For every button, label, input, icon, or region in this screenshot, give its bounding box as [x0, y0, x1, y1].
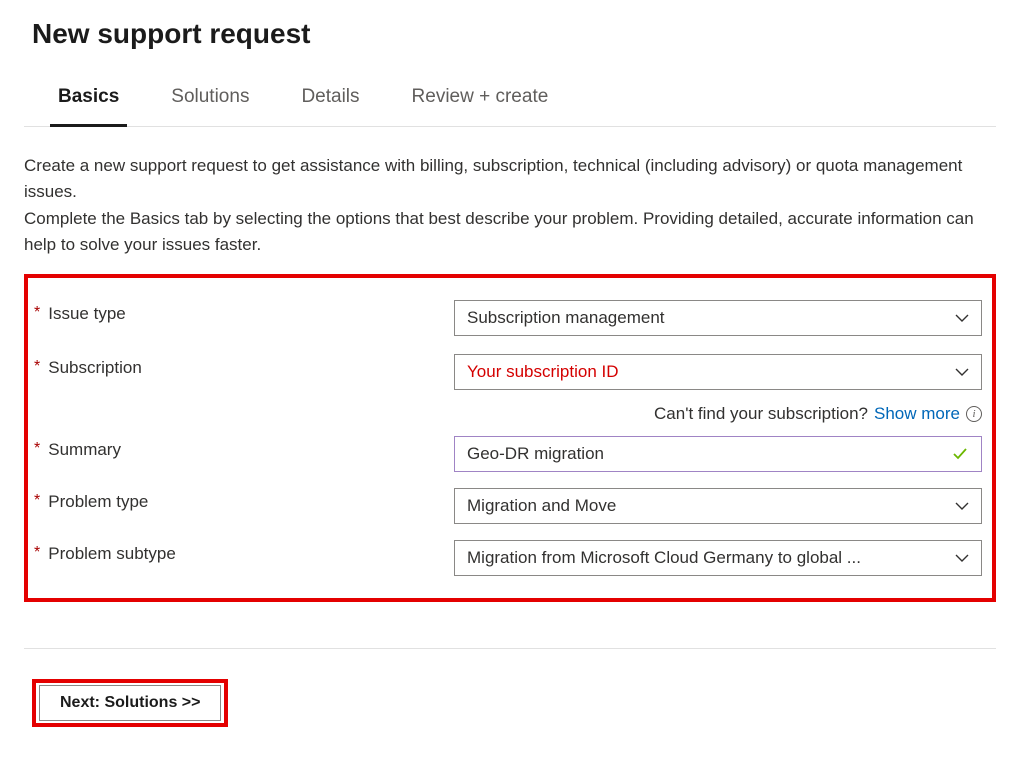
summary-label: * Summary: [34, 436, 454, 460]
form-highlight: * Issue type Subscription management * S…: [24, 274, 996, 602]
subscription-select[interactable]: Your subscription ID: [454, 354, 982, 390]
tab-basics[interactable]: Basics: [58, 86, 119, 126]
subscription-label-text: Subscription: [48, 358, 142, 378]
info-icon[interactable]: i: [966, 406, 982, 422]
problem-subtype-select[interactable]: Migration from Microsoft Cloud Germany t…: [454, 540, 982, 576]
problem-type-label-text: Problem type: [48, 492, 148, 512]
next-solutions-button[interactable]: Next: Solutions >>: [39, 685, 221, 721]
chevron-down-icon: [955, 551, 969, 565]
issue-type-label-text: Issue type: [48, 304, 126, 324]
intro-text: Create a new support request to get assi…: [24, 153, 996, 258]
subscription-value: Your subscription ID: [467, 362, 619, 382]
check-icon: [951, 445, 969, 463]
tab-solutions[interactable]: Solutions: [171, 86, 249, 126]
intro-line-2: Complete the Basics tab by selecting the…: [24, 209, 974, 254]
problem-type-label: * Problem type: [34, 488, 454, 512]
problem-subtype-value: Migration from Microsoft Cloud Germany t…: [467, 548, 861, 568]
required-asterisk: *: [34, 304, 40, 322]
show-more-link[interactable]: Show more: [874, 404, 960, 424]
chevron-down-icon: [955, 311, 969, 325]
problem-type-select[interactable]: Migration and Move: [454, 488, 982, 524]
problem-subtype-label-text: Problem subtype: [48, 544, 176, 564]
next-button-highlight: Next: Solutions >>: [32, 679, 228, 727]
chevron-down-icon: [955, 499, 969, 513]
chevron-down-icon: [955, 365, 969, 379]
tab-details[interactable]: Details: [301, 86, 359, 126]
required-asterisk: *: [34, 358, 40, 376]
intro-line-1: Create a new support request to get assi…: [24, 156, 962, 201]
footer: Next: Solutions >>: [24, 648, 996, 727]
required-asterisk: *: [34, 492, 40, 510]
tab-review-create[interactable]: Review + create: [412, 86, 549, 126]
page-title: New support request: [32, 18, 996, 50]
required-asterisk: *: [34, 440, 40, 458]
problem-subtype-label: * Problem subtype: [34, 540, 454, 564]
summary-input[interactable]: Geo-DR migration: [454, 436, 982, 472]
summary-value: Geo-DR migration: [467, 444, 604, 464]
subscription-helper: Can't find your subscription? Show more …: [454, 404, 982, 424]
issue-type-select[interactable]: Subscription management: [454, 300, 982, 336]
issue-type-value: Subscription management: [467, 308, 665, 328]
subscription-helper-text: Can't find your subscription?: [654, 404, 868, 424]
issue-type-label: * Issue type: [34, 300, 454, 324]
problem-type-value: Migration and Move: [467, 496, 616, 516]
summary-label-text: Summary: [48, 440, 121, 460]
required-asterisk: *: [34, 544, 40, 562]
subscription-label: * Subscription: [34, 354, 454, 378]
tab-bar: Basics Solutions Details Review + create: [24, 64, 996, 127]
